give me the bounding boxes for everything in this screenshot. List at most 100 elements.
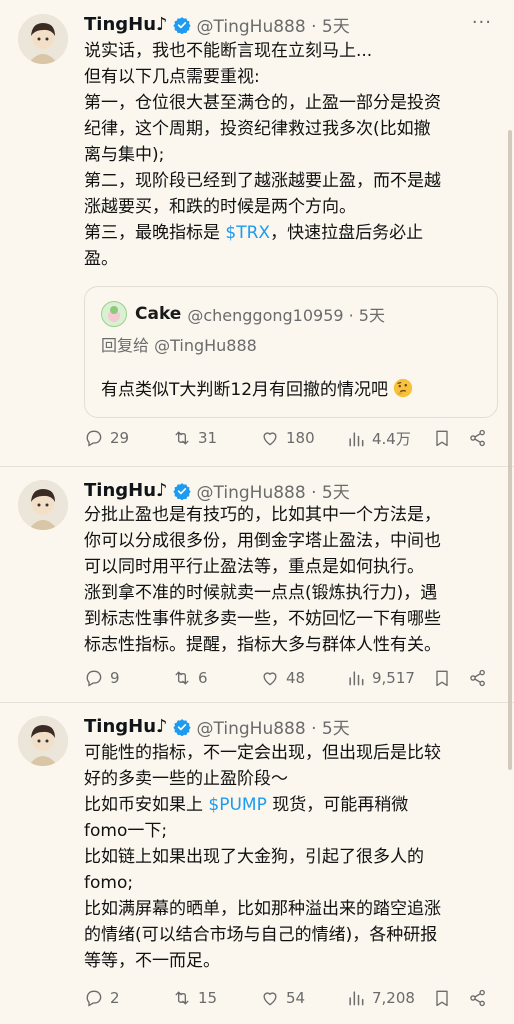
text-line: 但有以下几点需要重视: (84, 67, 260, 87)
retweet-button[interactable]: 15 (172, 988, 217, 1008)
text-line: 离与集中); (84, 145, 165, 165)
views-icon (349, 991, 364, 1006)
text-line: 可能性的指标，不一定会出现，但出现后是比较 (84, 743, 441, 763)
quote-text-row: 有点类似T大判断12月有回撤的情况吧 (101, 375, 414, 400)
cashtag-link[interactable]: $TRX (225, 223, 270, 243)
tweet-actions: 2 15 54 7,208 (84, 988, 494, 1016)
bookmark-button[interactable] (432, 668, 452, 688)
like-button[interactable]: 48 (260, 668, 305, 688)
text-line: 的情绪(可以结合市场与自己的情绪)，各种研报 (84, 925, 438, 945)
bookmark-icon (436, 430, 448, 447)
views-icon (349, 431, 364, 446)
view-count: 4.4万 (372, 430, 411, 448)
tweet-actions: 29 31 180 4.4万 (84, 428, 494, 456)
views-button[interactable]: 9,517 (346, 668, 415, 688)
text-line: 比如链上如果出现了大金狗，引起了很多人的 (84, 847, 424, 867)
retweet-count: 6 (198, 669, 208, 687)
reply-icon (86, 430, 102, 447)
like-button[interactable]: 54 (260, 988, 305, 1008)
text-line: 等等，不一而足。 (84, 951, 220, 971)
tweet[interactable]: TingHu♪ @TingHu888 · 5天 ··· 说实话，我也不能断言现在… (0, 0, 514, 467)
retweet-count: 31 (198, 429, 218, 447)
verified-badge-icon (172, 16, 191, 34)
avatar[interactable] (18, 480, 68, 530)
verified-badge-icon (172, 718, 191, 736)
quote-display-name[interactable]: Cake (135, 304, 181, 324)
retweet-button[interactable]: 31 (172, 428, 217, 448)
quote-avatar[interactable] (101, 301, 127, 327)
text-line: fomo; (84, 873, 134, 893)
avatar-image (18, 480, 68, 530)
reply-count: 9 (110, 669, 120, 687)
quote-handle-and-time[interactable]: @chenggong10959 · 5天 (187, 302, 385, 326)
views-icon (349, 671, 364, 686)
text-line: 可以同时用平行止盈法等，重点是如何执行。 (84, 557, 424, 577)
view-count: 7,208 (372, 989, 415, 1007)
handle-and-time[interactable]: @TingHu888 · 5天 (197, 478, 350, 503)
reply-icon (86, 990, 102, 1007)
retweet-icon (175, 991, 189, 1005)
tweet[interactable]: TingHu♪ @TingHu888 · 5天 分批止盈也是有技巧的，比如其中一… (0, 466, 514, 703)
scrollbar-thumb[interactable] (508, 130, 512, 770)
text-line: 涨到拿不准的时候就卖一点点(锻炼执行力)，遇 (84, 583, 438, 603)
text-line: fomo一下; (84, 821, 168, 841)
share-button[interactable] (468, 668, 488, 688)
bookmark-icon (436, 990, 448, 1007)
bookmark-icon (436, 670, 448, 687)
views-button[interactable]: 4.4万 (346, 428, 411, 449)
display-name[interactable]: TingHu♪ (84, 716, 168, 737)
quote-avatar-image (108, 306, 120, 322)
like-icon (263, 992, 277, 1006)
text-line: 第三，最晚指标是 $TRX，快速拉盘后务必止 (84, 220, 494, 246)
tweet-text: 可能性的指标，不一定会出现，但出现后是比较 好的多卖一些的止盈阶段～ 比如币安如… (84, 740, 494, 974)
text-line: 说实话，我也不能断言现在立刻马上... (84, 41, 373, 61)
verified-badge-icon (172, 482, 191, 500)
like-count: 54 (286, 989, 306, 1007)
share-icon (470, 989, 485, 1007)
reply-button[interactable]: 29 (84, 428, 129, 448)
share-button[interactable] (468, 988, 488, 1008)
share-icon (470, 429, 485, 447)
text-line: 比如币安如果上 $PUMP 现货，可能再稍微 (84, 792, 494, 818)
retweet-button[interactable]: 6 (172, 668, 208, 688)
bookmark-button[interactable] (432, 428, 452, 448)
text-line: 第一，仓位很大甚至满仓的，止盈一部分是投资 (84, 93, 441, 113)
text-line: 比如满屏幕的晒单，比如那种溢出来的踏空追涨 (84, 899, 441, 919)
like-count: 48 (286, 669, 306, 687)
tweet-text: 分批止盈也是有技巧的，比如其中一个方法是， 你可以分成很多份，用倒金字塔止盈法，… (84, 502, 494, 658)
display-name[interactable]: TingHu♪ (84, 480, 168, 501)
like-icon (263, 432, 277, 446)
text-segment: 第三，最晚指标是 (84, 223, 226, 243)
text-line: 涨越要买，和跌的时候是两个方向。 (84, 197, 356, 217)
tweet-text: 说实话，我也不能断言现在立刻马上... 但有以下几点需要重视: 第一，仓位很大甚… (84, 38, 494, 272)
avatar[interactable] (18, 14, 68, 64)
text-segment: ，快速拉盘后务必止 (270, 223, 424, 243)
thinking-face-icon (393, 378, 413, 397)
text-line: 分批止盈也是有技巧的，比如其中一个方法是， (84, 505, 441, 525)
tweet[interactable]: TingHu♪ @TingHu888 · 5天 可能性的指标，不一定会出现，但出… (0, 702, 514, 1024)
text-line: 第二，现阶段已经到了越涨越要止盈，而不是越 (84, 171, 441, 191)
tweet-actions: 9 6 48 9,517 (84, 668, 494, 696)
views-button[interactable]: 7,208 (346, 988, 415, 1008)
text-line: 到标志性事件就多卖一些，不妨回忆一下有哪些 (84, 609, 441, 629)
handle-and-time[interactable]: @TingHu888 · 5天 (197, 714, 350, 739)
more-icon[interactable]: ··· (472, 12, 492, 33)
handle-and-time[interactable]: @TingHu888 · 5天 (197, 12, 350, 37)
retweet-icon (175, 671, 189, 685)
avatar-image (18, 14, 68, 64)
quoted-tweet[interactable]: Cake @chenggong10959 · 5天 回复给 @TingHu888… (84, 286, 498, 418)
reply-button[interactable]: 2 (84, 988, 120, 1008)
avatar[interactable] (18, 716, 68, 766)
like-count: 180 (286, 429, 315, 447)
avatar-image (18, 716, 68, 766)
reply-button[interactable]: 9 (84, 668, 120, 688)
text-line: 你可以分成很多份，用倒金字塔止盈法，中间也 (84, 531, 441, 551)
bookmark-button[interactable] (432, 988, 452, 1008)
share-button[interactable] (468, 428, 488, 448)
retweet-count: 15 (198, 989, 218, 1007)
text-segment: 现货，可能再稍微 (266, 795, 409, 815)
cashtag-link[interactable]: $PUMP (208, 795, 266, 815)
text-segment: 比如币安如果上 (84, 795, 209, 815)
display-name[interactable]: TingHu♪ (84, 14, 168, 35)
like-button[interactable]: 180 (260, 428, 315, 448)
